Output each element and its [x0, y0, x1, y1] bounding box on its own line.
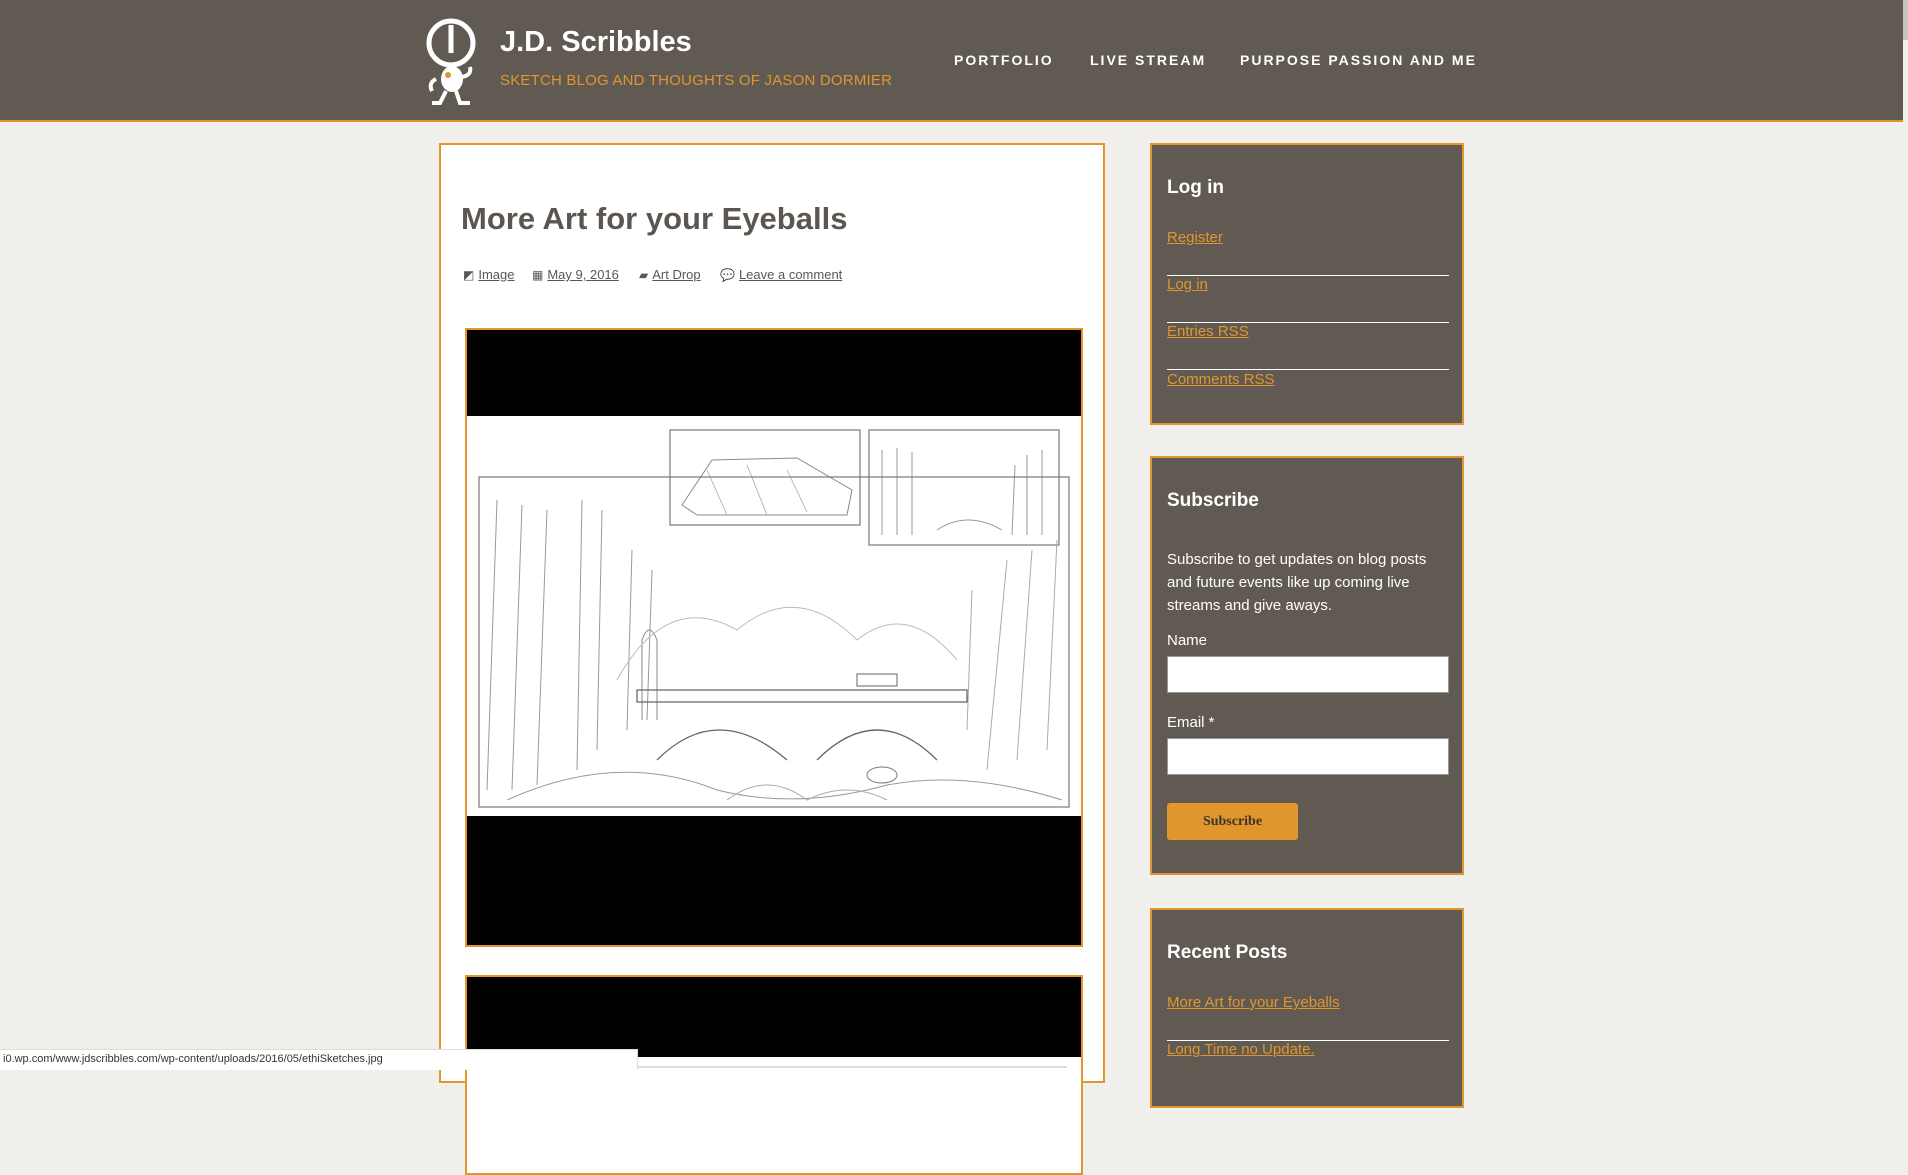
post-article: More Art for your Eyeballs ◩ Image ▦ May 9… — [439, 143, 1105, 1175]
login-link[interactable]: Log in — [1167, 276, 1208, 293]
subscribe-button[interactable]: Subscribe — [1167, 803, 1298, 840]
second-image — [467, 977, 1081, 1173]
login-list-item: Log in — [1167, 276, 1449, 323]
login-widget: Log in Register Log in Entries RSS Comme… — [1150, 143, 1464, 425]
logo-figure-icon — [426, 18, 476, 105]
login-list-item: Comments RSS — [1167, 371, 1449, 418]
entries-rss-link[interactable]: Entries RSS — [1167, 323, 1249, 340]
post-title[interactable]: More Art for your Eyeballs — [461, 201, 847, 237]
site-tagline: SKETCH BLOG AND THOUGHTS OF JASON DORMIE… — [500, 72, 893, 89]
login-list-item: Entries RSS — [1167, 323, 1449, 370]
nav-purpose-passion[interactable]: PURPOSE PASSION AND ME — [1240, 52, 1477, 68]
recent-post-link[interactable]: Long Time no Update. — [1167, 1041, 1315, 1058]
subscribe-description: Subscribe to get updates on blog posts a… — [1167, 551, 1427, 614]
subscribe-widget-title: Subscribe — [1167, 490, 1259, 511]
folder-icon: ▰ — [639, 268, 649, 282]
meta-comments: 💬 Leave a comment — [720, 267, 842, 282]
comment-bubble-icon: 💬 — [720, 268, 735, 282]
scrollbar-thumb[interactable] — [1903, 0, 1908, 40]
format-link[interactable]: Image — [478, 267, 514, 282]
recent-post-item: Long Time no Update. — [1167, 1041, 1449, 1088]
recent-post-link[interactable]: More Art for your Eyeballs — [1167, 994, 1340, 1011]
nav-portfolio[interactable]: PORTFOLIO — [954, 52, 1054, 68]
login-list-item: Register — [1167, 229, 1449, 276]
subscribe-widget: Subscribe Subscribe to get updates on bl… — [1150, 456, 1464, 875]
browser-status-url: i0.wp.com/www.jdscribbles.com/wp-content… — [0, 1049, 638, 1070]
site-header: J.D. Scribbles SKETCH BLOG AND THOUGHTS … — [0, 0, 1903, 122]
email-field[interactable] — [1167, 738, 1449, 775]
post-image-second[interactable] — [465, 975, 1083, 1175]
meta-format: ◩ Image — [463, 267, 514, 282]
comments-link[interactable]: Leave a comment — [739, 267, 842, 282]
post-image-sketches[interactable] — [465, 328, 1083, 947]
calendar-icon: ▦ — [532, 268, 544, 282]
recent-post-item: More Art for your Eyeballs — [1167, 994, 1449, 1041]
date-link[interactable]: May 9, 2016 — [547, 267, 619, 282]
name-field[interactable] — [1167, 656, 1449, 693]
site-title[interactable]: J.D. Scribbles — [500, 26, 692, 59]
site-logo[interactable] — [424, 17, 480, 107]
name-label: Name — [1167, 632, 1208, 649]
page-scrollbar[interactable] — [1903, 0, 1908, 1070]
meta-category: ▰ Art Drop — [639, 267, 701, 282]
login-widget-title: Log in — [1167, 177, 1224, 198]
recent-posts-widget: Recent Posts More Art for your Eyeballs … — [1150, 908, 1464, 1108]
comments-rss-link[interactable]: Comments RSS — [1167, 371, 1275, 388]
nav-live-stream[interactable]: LIVE STREAM — [1090, 52, 1206, 68]
meta-date: ▦ May 9, 2016 — [532, 267, 619, 282]
register-link[interactable]: Register — [1167, 229, 1223, 246]
email-label: Email * — [1167, 714, 1215, 731]
sketch-image — [467, 330, 1081, 945]
category-link[interactable]: Art Drop — [652, 267, 700, 282]
recent-posts-title: Recent Posts — [1167, 942, 1288, 963]
image-format-icon: ◩ — [463, 268, 475, 282]
